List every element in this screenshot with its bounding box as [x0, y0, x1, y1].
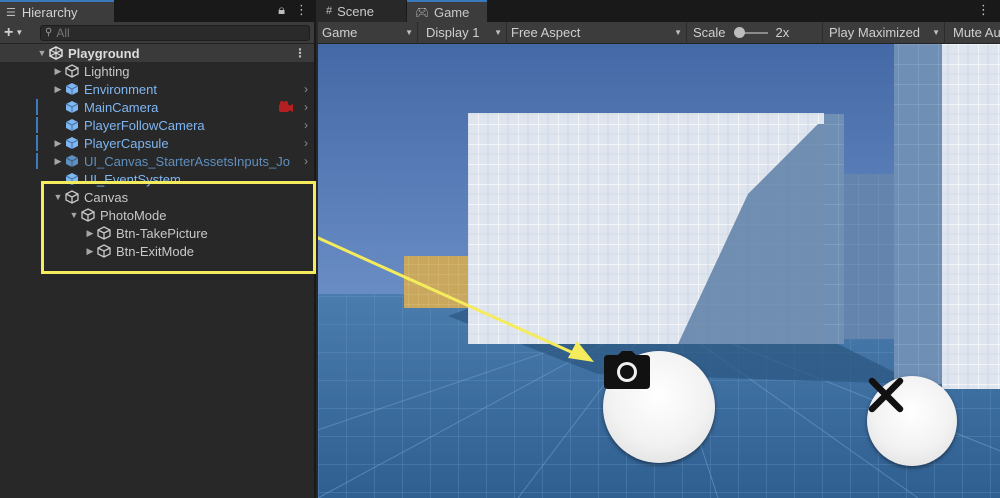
gamepad-icon: 🎮︎: [415, 6, 429, 19]
game-viewport[interactable]: [318, 44, 1000, 498]
hierarchy-tab-tools: 🔒︎ ⋮: [278, 2, 308, 18]
dropdown-value: Display 1: [426, 25, 480, 40]
prefab-icon: [65, 101, 79, 113]
prefab-icon: [65, 83, 79, 95]
chevron-right-icon[interactable]: ›: [304, 118, 308, 132]
chevron-right-icon[interactable]: ›: [304, 154, 308, 168]
tree-item-lighting[interactable]: ▶ Lighting: [0, 62, 314, 80]
tab-hierarchy[interactable]: ☰ Hierarchy: [0, 0, 114, 22]
close-icon: [868, 377, 904, 413]
lock-icon[interactable]: 🔒︎: [278, 2, 285, 18]
tab-scene[interactable]: # Scene: [318, 0, 406, 22]
scale-label: Scale: [693, 25, 726, 40]
tree-item-label: Lighting: [84, 63, 130, 79]
more-options-icon[interactable]: ⋮: [977, 2, 990, 18]
dropdown-value: Play Maximized: [829, 25, 921, 40]
search-icon: ⚲: [45, 27, 53, 38]
scale-slider[interactable]: [733, 26, 768, 38]
prefab-override-bar: [36, 135, 38, 151]
game-panel: # Scene 🎮︎ Game ⋮ Game ▼ Display 1 ▼ Free …: [318, 0, 1000, 498]
mute-audio-toggle[interactable]: Mute Au: [945, 22, 1000, 44]
prefab-icon: [65, 119, 79, 131]
game-tabbar: # Scene 🎮︎ Game ⋮: [318, 0, 1000, 22]
scene-row[interactable]: ▼ Playground ⋮: [0, 44, 314, 62]
play-mode-dropdown[interactable]: Play Maximized ▼: [823, 21, 945, 44]
tree-item-playerfollowcamera[interactable]: PlayerFollowCamera ›: [0, 116, 314, 134]
tree-item-maincamera[interactable]: MainCamera ›: [0, 98, 314, 116]
expand-arrow-icon[interactable]: ▶: [52, 66, 64, 77]
tree-item-environment[interactable]: ▶ Environment ›: [0, 80, 314, 98]
highlight-box: [41, 181, 316, 274]
game-toolbar: Game ▼ Display 1 ▼ Free Aspect ▼ Scale 2x P…: [318, 21, 1000, 44]
slider-handle[interactable]: [733, 26, 745, 38]
tab-label: Scene: [337, 3, 374, 19]
camera-icon: [604, 351, 650, 389]
hierarchy-tabbar: ☰ Hierarchy 🔒︎ ⋮: [0, 0, 314, 22]
gameobject-icon: [65, 64, 79, 78]
tree-item-label: PlayerCapsule: [84, 135, 169, 151]
scene-icon: [49, 46, 63, 60]
tree-item-label: Environment: [84, 81, 157, 97]
more-options-icon[interactable]: ⋮: [295, 2, 308, 18]
tree-item-label: PlayerFollowCamera: [84, 117, 205, 133]
hierarchy-tab-label: Hierarchy: [21, 4, 78, 20]
prefab-override-bar: [36, 153, 38, 169]
tree-item-ui-canvas[interactable]: ▶ UI_Canvas_StarterAssetsInputs_Jo ›: [0, 152, 314, 170]
grid-icon: #: [326, 5, 333, 17]
search-field[interactable]: ⚲: [40, 24, 310, 41]
tab-game[interactable]: 🎮︎ Game: [407, 0, 487, 22]
aspect-dropdown[interactable]: Free Aspect ▼: [507, 21, 687, 44]
scale-value: 2x: [775, 25, 790, 40]
tab-label: Game: [433, 4, 470, 20]
camera-component-icon: [279, 101, 293, 112]
scene-menu-icon[interactable]: ⋮: [294, 46, 306, 60]
expand-arrow-icon[interactable]: ▶: [52, 138, 64, 149]
create-button[interactable]: + ▼: [4, 24, 34, 42]
chevron-right-icon[interactable]: ›: [304, 100, 308, 114]
chevron-right-icon[interactable]: ›: [304, 136, 308, 150]
caret-down-icon: ▼: [932, 28, 940, 37]
prefab-override-bar: [36, 99, 38, 115]
exit-mode-button[interactable]: [867, 376, 957, 466]
caret-down-icon: ▼: [405, 28, 413, 37]
tree-item-label: UI_Canvas_StarterAssetsInputs_Jo: [84, 153, 290, 169]
caret-down-icon: ▼: [674, 28, 682, 37]
expand-arrow-icon[interactable]: ▼: [36, 48, 48, 58]
search-input[interactable]: [56, 25, 257, 40]
expand-arrow-icon[interactable]: ▶: [52, 84, 64, 95]
tree-item-playercapsule[interactable]: ▶ PlayerCapsule ›: [0, 134, 314, 152]
dropdown-value: Free Aspect: [511, 25, 581, 40]
prefab-icon: [65, 155, 79, 167]
tree-item-label: MainCamera: [84, 99, 159, 115]
scene-label: Playground: [68, 45, 140, 61]
plus-icon: +: [4, 23, 14, 41]
scale-control: Scale 2x: [687, 21, 823, 44]
unity-editor: ☰ Hierarchy 🔒︎ ⋮ +▼ ⚲ ▼ Playground: [0, 0, 1000, 498]
expand-arrow-icon[interactable]: ▶: [52, 156, 64, 167]
hierarchy-toolbar: + ▼ ⚲: [0, 22, 314, 44]
display-type-dropdown[interactable]: Game ▼: [318, 21, 418, 44]
dropdown-value: Game: [322, 25, 358, 40]
prefab-override-bar: [36, 117, 38, 133]
display-dropdown[interactable]: Display 1 ▼: [418, 21, 507, 44]
caret-down-icon: ▼: [15, 28, 24, 37]
list-icon: ☰: [6, 6, 16, 19]
chevron-right-icon[interactable]: ›: [304, 82, 308, 96]
take-picture-button[interactable]: [603, 351, 715, 463]
prefab-icon: [65, 137, 79, 149]
caret-down-icon: ▼: [494, 28, 502, 37]
toggle-label: Mute Au: [953, 25, 1000, 40]
